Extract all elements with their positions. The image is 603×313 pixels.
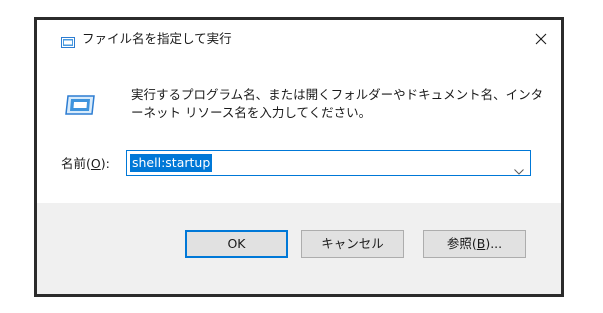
browse-label-suffix: )... bbox=[485, 236, 503, 251]
dialog-description: 実行するプログラム名、または開くフォルダーやドキュメント名、インターネット リソ… bbox=[131, 87, 544, 120]
chevron-down-icon[interactable] bbox=[514, 160, 524, 175]
open-label: 名前(O): bbox=[61, 156, 110, 172]
run-dialog: ファイル名を指定して実行 実行するプログラム名、または開くフォルダーやドキュメン… bbox=[37, 20, 561, 294]
open-input[interactable]: shell:startup bbox=[130, 154, 213, 172]
close-button[interactable] bbox=[521, 20, 561, 58]
title-bar[interactable]: ファイル名を指定して実行 bbox=[37, 20, 561, 58]
run-icon bbox=[61, 33, 75, 48]
open-combobox[interactable]: shell:startup bbox=[126, 150, 531, 176]
open-label-prefix: 名前( bbox=[61, 156, 91, 171]
open-label-accel: O bbox=[90, 156, 101, 171]
ok-button[interactable]: OK bbox=[185, 230, 288, 258]
run-program-icon bbox=[65, 94, 95, 116]
window-title: ファイル名を指定して実行 bbox=[82, 31, 232, 46]
screenshot-frame: ファイル名を指定して実行 実行するプログラム名、または開くフォルダーやドキュメン… bbox=[34, 17, 564, 297]
button-footer: OK キャンセル 参照(B)... bbox=[37, 203, 561, 294]
cancel-button[interactable]: キャンセル bbox=[301, 230, 404, 258]
browse-label-prefix: 参照( bbox=[446, 236, 477, 251]
browse-button[interactable]: 参照(B)... bbox=[423, 230, 526, 258]
close-icon bbox=[535, 33, 547, 45]
open-label-suffix: ): bbox=[100, 156, 110, 171]
